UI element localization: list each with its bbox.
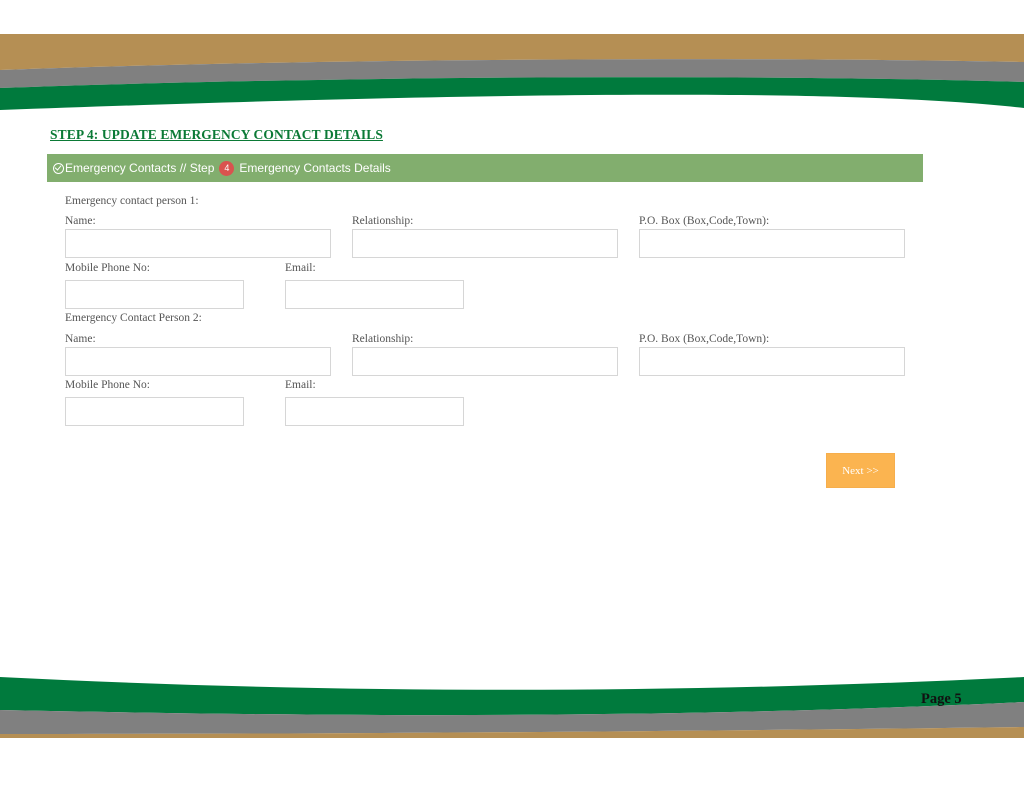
person2-name-label: Name: [65,333,96,345]
header-decoration [0,34,1024,110]
person2-email-label: Email: [285,379,316,391]
section-title: Emergency Contacts Details [239,161,391,175]
person2-relationship-input[interactable] [352,347,618,376]
person1-relationship-input[interactable] [352,229,618,258]
person1-mobile-input[interactable] [65,280,244,309]
breadcrumb: Emergency Contacts // Step [65,161,215,175]
footer-decoration [0,677,1024,738]
person2-mobile-label: Mobile Phone No: [65,379,150,391]
person1-email-input[interactable] [285,280,464,309]
person1-pobox-label: P.O. Box (Box,Code,Town): [639,215,770,227]
check-circle-icon [53,162,64,174]
person2-relationship-label: Relationship: [352,333,414,345]
person2-mobile-input[interactable] [65,397,244,426]
person1-name-input[interactable] [65,229,331,258]
person1-email-label: Email: [285,262,316,274]
next-button[interactable]: Next >> [826,453,895,488]
person1-relationship-label: Relationship: [352,215,414,227]
person1-heading: Emergency contact person 1: [65,195,199,207]
person1-name-label: Name: [65,215,96,227]
person1-mobile-label: Mobile Phone No: [65,262,150,274]
step-badge: 4 [219,160,235,176]
page-number: Page 5 [921,691,962,707]
person2-heading: Emergency Contact Person 2: [65,312,202,324]
person2-name-input[interactable] [65,347,331,376]
person2-pobox-label: P.O. Box (Box,Code,Town): [639,333,770,345]
person2-email-input[interactable] [285,397,464,426]
person1-pobox-input[interactable] [639,229,905,258]
panel-header: Emergency Contacts // Step 4 Emergency C… [47,154,923,182]
person2-pobox-input[interactable] [639,347,905,376]
step-title: STEP 4: UPDATE EMERGENCY CONTACT DETAILS [50,127,383,142]
